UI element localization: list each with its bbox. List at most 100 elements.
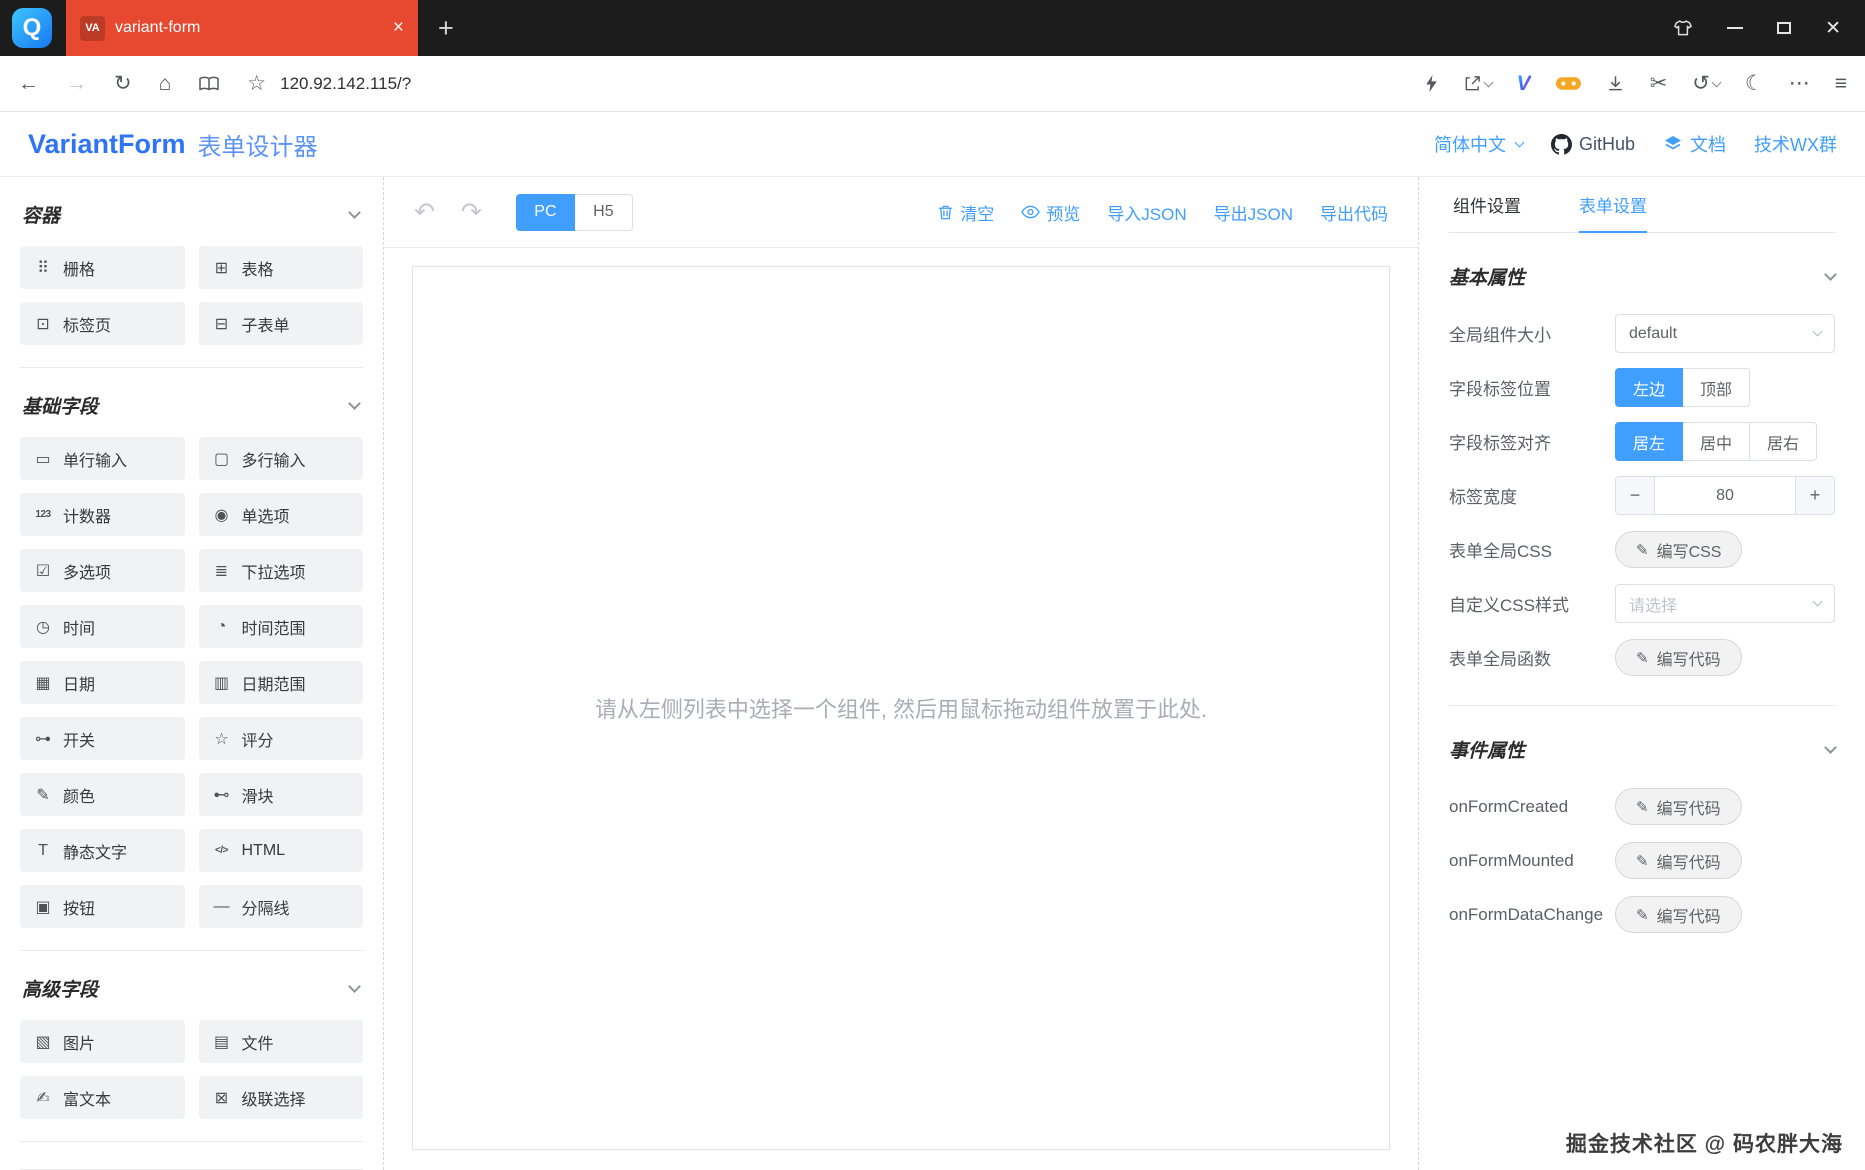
- event-props-header[interactable]: 事件属性: [1449, 736, 1837, 763]
- chevron-down-icon: [348, 396, 361, 410]
- palette-item-select[interactable]: ≣ 下拉选项: [198, 549, 363, 592]
- palette-item-date-range[interactable]: ▥ 日期范围: [198, 661, 363, 704]
- browser-logo-icon[interactable]: Q: [12, 8, 52, 48]
- label-position-left-button[interactable]: 左边: [1615, 368, 1684, 407]
- tab-form-settings[interactable]: 表单设置: [1579, 177, 1647, 233]
- palette-item-table[interactable]: ⊞ 表格: [198, 246, 363, 289]
- back-icon[interactable]: ←: [18, 73, 39, 94]
- canvas-placeholder-text: 请从左侧列表中选择一个组件, 然后用鼠标拖动组件放置于此处.: [594, 697, 1208, 722]
- widget-size-select[interactable]: default: [1615, 314, 1835, 353]
- form-canvas[interactable]: 请从左侧列表中选择一个组件, 然后用鼠标拖动组件放置于此处.: [412, 266, 1390, 1150]
- menu-hamburger-icon[interactable]: ≡: [1835, 73, 1847, 94]
- refresh-icon[interactable]: ↻: [114, 73, 132, 94]
- tab-widget-settings[interactable]: 组件设置: [1453, 177, 1521, 232]
- window-close-button[interactable]: ✕: [1825, 17, 1841, 40]
- write-code-button[interactable]: ✎ 编写代码: [1615, 639, 1742, 676]
- label-align-center-button[interactable]: 居中: [1682, 422, 1751, 461]
- window-maximize-button[interactable]: [1777, 22, 1792, 34]
- reading-mode-icon[interactable]: [198, 75, 220, 93]
- preview-button[interactable]: 预览: [1021, 200, 1080, 225]
- github-link[interactable]: GitHub: [1550, 133, 1635, 155]
- import-json-button[interactable]: 导入JSON: [1107, 200, 1186, 225]
- label-align-left-button[interactable]: 居左: [1615, 422, 1684, 461]
- write-code-button[interactable]: ✎ 编写代码: [1615, 896, 1742, 933]
- palette-item-time[interactable]: ◷ 时间: [20, 605, 185, 648]
- share-icon[interactable]: [1463, 74, 1494, 93]
- label-align-row: 字段标签对齐 居左 居中 居右: [1449, 422, 1835, 461]
- write-code-button[interactable]: ✎ 编写代码: [1615, 788, 1742, 825]
- palette-item-slider[interactable]: ⊷ 滑块: [198, 773, 363, 816]
- device-pc-button[interactable]: PC: [515, 193, 575, 231]
- palette-item-switch[interactable]: ⊶ 开关: [20, 717, 185, 760]
- palette-item-label: 开关: [63, 732, 96, 750]
- download-icon[interactable]: [1606, 74, 1625, 93]
- wx-group-link[interactable]: 技术WX群: [1754, 131, 1837, 157]
- export-json-button[interactable]: 导出JSON: [1214, 200, 1293, 225]
- palette-item-rate[interactable]: ☆ 评分: [198, 717, 363, 760]
- palette-item-label: 分隔线: [241, 900, 290, 918]
- scissors-icon[interactable]: ✂: [1650, 73, 1668, 94]
- undo-icon[interactable]: ↶: [414, 199, 435, 225]
- chevron-down-icon: [348, 205, 361, 219]
- palette-item-date[interactable]: ▦ 日期: [20, 661, 185, 704]
- palette-item-divider[interactable]: — 分隔线: [198, 885, 363, 928]
- checkbox-icon: ☑: [35, 562, 51, 580]
- palette-item-file-upload[interactable]: ▤ 文件: [198, 1020, 363, 1063]
- trash-icon: [939, 205, 953, 219]
- undo-history-icon[interactable]: ↺: [1692, 73, 1722, 94]
- browser-tab[interactable]: VA variant-form ×: [66, 0, 418, 56]
- dark-mode-moon-icon[interactable]: ☾: [1745, 73, 1764, 94]
- device-h5-button[interactable]: H5: [573, 193, 633, 231]
- extension-v-icon[interactable]: V: [1517, 73, 1531, 94]
- palette-item-static-text[interactable]: T 静态文字: [20, 829, 185, 872]
- palette-item-input[interactable]: ▭ 单行输入: [20, 437, 185, 480]
- palette-item-checkbox[interactable]: ☑ 多选项: [20, 549, 185, 592]
- browser-theme-icon[interactable]: [1673, 18, 1693, 38]
- tab-icon: ⊡: [36, 315, 50, 333]
- palette-item-picture-upload[interactable]: ▧ 图片: [20, 1020, 185, 1063]
- palette-item-label: 子表单: [241, 317, 290, 335]
- basic-props-header[interactable]: 基本属性: [1449, 263, 1837, 290]
- write-code-button[interactable]: ✎ 编写代码: [1615, 842, 1742, 879]
- palette-item-radio[interactable]: ◉ 单选项: [198, 493, 363, 536]
- redo-icon[interactable]: ↷: [461, 199, 482, 225]
- docs-label: 文档: [1690, 135, 1726, 155]
- decrease-button[interactable]: −: [1616, 477, 1655, 514]
- docs-link[interactable]: 文档: [1663, 131, 1726, 157]
- github-icon: [1550, 133, 1572, 154]
- palette-item-rich-editor[interactable]: ✍ 富文本: [20, 1076, 185, 1119]
- palette-section-header[interactable]: 高级字段: [20, 951, 363, 1020]
- forward-icon[interactable]: →: [66, 73, 87, 94]
- write-css-button[interactable]: ✎ 编写CSS: [1615, 531, 1743, 568]
- palette-section-header[interactable]: 基础字段: [20, 368, 363, 437]
- palette-item-button[interactable]: ▣ 按钮: [20, 885, 185, 928]
- more-options-icon[interactable]: ⋯: [1789, 73, 1810, 94]
- window-minimize-button[interactable]: [1727, 27, 1744, 29]
- palette-item-time-range[interactable]: ◔ 时间范围: [198, 605, 363, 648]
- palette-item-number[interactable]: 123 计数器: [20, 493, 185, 536]
- address-bar[interactable]: 120.92.142.115/?: [280, 74, 1425, 94]
- clear-button[interactable]: 清空: [937, 200, 994, 225]
- home-icon[interactable]: ⌂: [159, 73, 172, 94]
- palette-item-label: 滑块: [241, 788, 274, 806]
- palette-item-subform[interactable]: ⊟ 子表单: [198, 302, 363, 345]
- lightning-icon[interactable]: [1425, 74, 1438, 93]
- increase-button[interactable]: +: [1795, 477, 1834, 514]
- label-position-top-button[interactable]: 顶部: [1682, 368, 1751, 407]
- palette-item-cascader[interactable]: ⊠ 级联选择: [198, 1076, 363, 1119]
- new-tab-button[interactable]: +: [438, 14, 454, 42]
- palette-item-html[interactable]: </> HTML: [198, 829, 363, 872]
- label-align-right-button[interactable]: 居右: [1749, 422, 1818, 461]
- tab-close-icon[interactable]: ×: [393, 17, 404, 39]
- palette-item-color[interactable]: ✎ 颜色: [20, 773, 185, 816]
- palette-item-grid[interactable]: ⠿ 栅格: [20, 246, 185, 289]
- custom-class-select[interactable]: 请选择: [1615, 584, 1835, 623]
- label-width-value[interactable]: 80: [1655, 477, 1795, 514]
- bookmark-star-icon[interactable]: ☆: [247, 73, 266, 94]
- palette-item-tab[interactable]: ⊡ 标签页: [20, 302, 185, 345]
- export-code-button[interactable]: 导出代码: [1320, 200, 1388, 225]
- palette-section-header[interactable]: 容器: [20, 177, 363, 246]
- gamepad-icon[interactable]: [1555, 75, 1581, 92]
- palette-item-textarea[interactable]: ▢ 多行输入: [198, 437, 363, 480]
- language-selector[interactable]: 简体中文: [1434, 131, 1525, 157]
